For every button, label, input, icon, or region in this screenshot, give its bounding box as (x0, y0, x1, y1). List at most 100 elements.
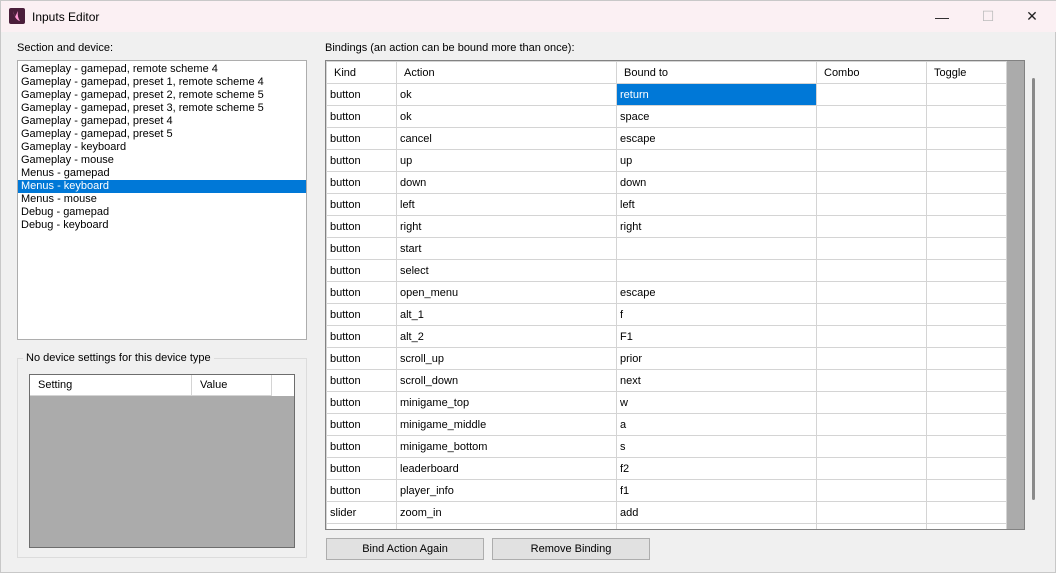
list-item[interactable]: Gameplay - gamepad, preset 4 (18, 115, 306, 128)
list-item[interactable]: Menus - keyboard (18, 180, 306, 193)
table-cell[interactable]: button (326, 413, 397, 436)
table-row[interactable]: button up up (326, 149, 1007, 172)
table-cell[interactable]: zoom_in (396, 501, 617, 524)
table-cell[interactable]: button (326, 435, 397, 458)
table-cell[interactable]: subtract (616, 523, 817, 529)
table-cell[interactable] (926, 347, 1007, 370)
table-cell[interactable]: button (326, 303, 397, 326)
table-row[interactable]: button left left (326, 193, 1007, 216)
table-cell[interactable] (616, 259, 817, 282)
table-cell[interactable]: button (326, 83, 397, 106)
table-cell[interactable] (816, 391, 927, 414)
table-cell[interactable]: space (616, 105, 817, 128)
column-header-kind[interactable]: Kind (326, 61, 397, 84)
table-cell[interactable] (926, 413, 1007, 436)
table-cell[interactable]: ok (396, 83, 617, 106)
table-row[interactable]: button minigame_bottom s (326, 435, 1007, 458)
table-cell[interactable]: minigame_top (396, 391, 617, 414)
table-row[interactable]: button alt_2 F1 (326, 325, 1007, 348)
table-cell[interactable]: select (396, 259, 617, 282)
settings-column-setting[interactable]: Setting (30, 375, 192, 396)
table-cell[interactable]: leaderboard (396, 457, 617, 480)
table-row[interactable]: button alt_1 f (326, 303, 1007, 326)
table-cell[interactable]: return (616, 83, 817, 106)
table-row[interactable]: button minigame_middle a (326, 413, 1007, 436)
table-cell[interactable]: escape (616, 281, 817, 304)
table-cell[interactable]: up (396, 149, 617, 172)
table-row[interactable]: button ok space (326, 105, 1007, 128)
table-cell[interactable] (926, 501, 1007, 524)
table-cell[interactable] (816, 413, 927, 436)
list-item[interactable]: Gameplay - gamepad, preset 2, remote sch… (18, 89, 306, 102)
table-cell[interactable]: button (326, 391, 397, 414)
table-cell[interactable]: start (396, 237, 617, 260)
table-row[interactable]: button cancel escape (326, 127, 1007, 150)
table-cell[interactable] (926, 127, 1007, 150)
table-cell[interactable] (926, 523, 1007, 529)
table-cell[interactable]: ok (396, 105, 617, 128)
table-cell[interactable] (926, 105, 1007, 128)
table-cell[interactable]: zoom_out (396, 523, 617, 529)
table-cell[interactable] (926, 259, 1007, 282)
table-cell[interactable]: button (326, 105, 397, 128)
table-cell[interactable]: minigame_middle (396, 413, 617, 436)
table-cell[interactable] (816, 237, 927, 260)
table-cell[interactable]: button (326, 237, 397, 260)
table-cell[interactable] (816, 259, 927, 282)
column-header-action[interactable]: Action (396, 61, 617, 84)
table-cell[interactable]: button (326, 369, 397, 392)
table-cell[interactable] (926, 281, 1007, 304)
minimize-button[interactable]: — (919, 1, 965, 32)
table-cell[interactable] (816, 347, 927, 370)
bindings-scrollbar[interactable] (1025, 60, 1042, 530)
table-cell[interactable] (926, 369, 1007, 392)
table-cell[interactable]: right (616, 215, 817, 238)
table-cell[interactable]: button (326, 281, 397, 304)
column-header-combo[interactable]: Combo (816, 61, 927, 84)
table-cell[interactable]: s (616, 435, 817, 458)
table-cell[interactable] (816, 501, 927, 524)
table-row[interactable]: button scroll_up prior (326, 347, 1007, 370)
table-row[interactable]: button leaderboard f2 (326, 457, 1007, 480)
table-row[interactable]: button ok return (326, 83, 1007, 106)
settings-column-value[interactable]: Value (192, 375, 272, 396)
table-cell[interactable] (926, 83, 1007, 106)
table-cell[interactable]: alt_2 (396, 325, 617, 348)
table-cell[interactable]: f2 (616, 457, 817, 480)
table-cell[interactable] (816, 435, 927, 458)
table-row[interactable]: sliderzoom_outsubtract (326, 523, 1007, 529)
table-row[interactable]: button open_menu escape (326, 281, 1007, 304)
table-cell[interactable]: open_menu (396, 281, 617, 304)
table-cell[interactable] (926, 479, 1007, 502)
table-cell[interactable]: F1 (616, 325, 817, 348)
column-header-toggle[interactable]: Toggle (926, 61, 1007, 84)
table-cell[interactable] (926, 193, 1007, 216)
table-cell[interactable] (616, 237, 817, 260)
column-header-bound-to[interactable]: Bound to (616, 61, 817, 84)
table-cell[interactable]: slider (326, 501, 397, 524)
table-cell[interactable]: prior (616, 347, 817, 370)
table-cell[interactable]: left (396, 193, 617, 216)
table-cell[interactable]: add (616, 501, 817, 524)
table-cell[interactable]: cancel (396, 127, 617, 150)
list-item[interactable]: Gameplay - keyboard (18, 141, 306, 154)
table-cell[interactable]: button (326, 479, 397, 502)
table-cell[interactable]: escape (616, 127, 817, 150)
bind-action-again-button[interactable]: Bind Action Again (326, 538, 484, 560)
table-cell[interactable]: button (326, 259, 397, 282)
table-cell[interactable] (816, 523, 927, 529)
section-device-list[interactable]: Gameplay - gamepad, remote scheme 4 Gamep… (17, 60, 307, 340)
table-cell[interactable]: up (616, 149, 817, 172)
table-cell[interactable] (816, 193, 927, 216)
table-cell[interactable] (816, 281, 927, 304)
remove-binding-button[interactable]: Remove Binding (492, 538, 650, 560)
list-item[interactable]: Gameplay - gamepad, remote scheme 4 (18, 63, 306, 76)
table-row[interactable]: button select (326, 259, 1007, 282)
table-row[interactable]: slider zoom_in add (326, 501, 1007, 524)
table-row[interactable]: button right right (326, 215, 1007, 238)
table-cell[interactable] (816, 479, 927, 502)
table-cell[interactable] (816, 215, 927, 238)
table-cell[interactable] (816, 127, 927, 150)
table-cell[interactable] (926, 303, 1007, 326)
table-cell[interactable]: minigame_bottom (396, 435, 617, 458)
